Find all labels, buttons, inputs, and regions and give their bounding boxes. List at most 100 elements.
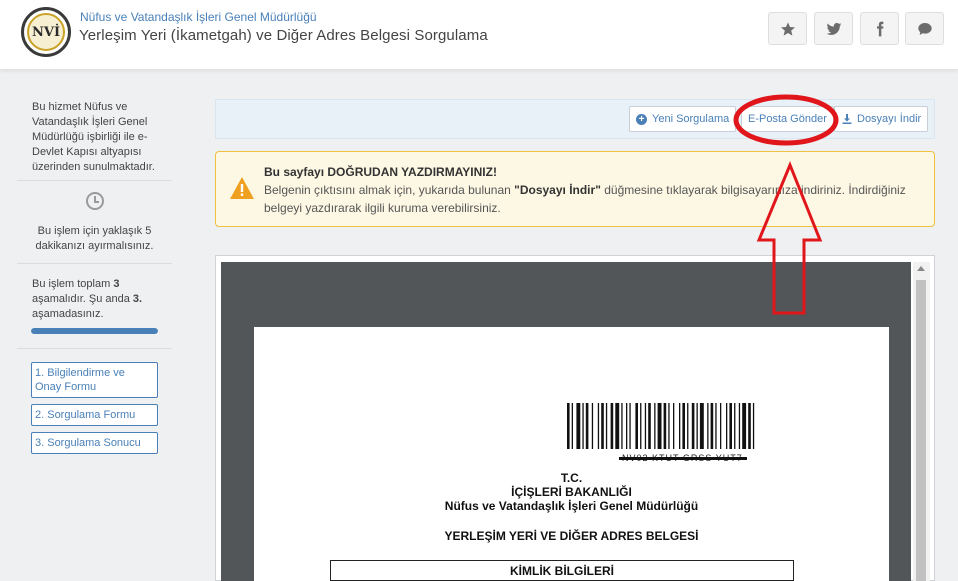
barcode-bar: [715, 403, 717, 449]
barcode-bar: [648, 403, 651, 449]
warning-body: Belgenin çıktısını almak için, yukarıda …: [264, 181, 924, 217]
progress-fill: [31, 328, 158, 334]
facebook-share-button[interactable]: [860, 12, 899, 45]
document-page: NV02 KTUT GRSS YUT7 T.C. İÇİŞLERİ BAKANL…: [254, 327, 889, 581]
twitter-share-button[interactable]: [814, 12, 853, 45]
barcode-bar: [657, 403, 662, 449]
progress-text-part: aşamalıdır. Şu anda: [32, 293, 133, 305]
send-email-button[interactable]: E-Posta Gönder: [741, 106, 834, 132]
barcode-bar: [748, 403, 751, 449]
pdf-viewport[interactable]: NV02 KTUT GRSS YUT7 T.C. İÇİŞLERİ BAKANL…: [221, 262, 911, 581]
barcode-bar: [621, 403, 623, 449]
warning-text-part: Belgenin çıktısını almak için, yukarıda …: [264, 183, 515, 197]
barcode-bar: [615, 403, 620, 449]
logo-mark: NVİ: [27, 13, 65, 51]
identity-section-header: KİMLİK BİLGİLERİ: [331, 561, 793, 581]
barcode: [567, 403, 755, 449]
favorite-button[interactable]: [768, 12, 807, 45]
duration-text: Bu işlem için yaklaşık 5 dakikanızı ayır…: [35, 225, 154, 252]
warning-title: Bu sayfayı DOĞRUDAN YAZDIRMAYINIZ!: [264, 165, 497, 179]
clock-icon: [85, 192, 104, 210]
barcode-bar: [654, 403, 656, 449]
barcode-bar: [610, 403, 614, 449]
doc-line-ministry: İÇİŞLERİ BAKANLIĞI: [511, 485, 632, 499]
barcode-bar: [729, 403, 732, 449]
progress-bar: [31, 328, 158, 334]
step-item[interactable]: 2. Sorgulama Formu: [31, 404, 158, 426]
barcode-bar: [663, 403, 667, 449]
barcode-bar: [567, 403, 570, 449]
barcode-bar: [644, 403, 647, 449]
download-label: Dosyayı İndir: [857, 113, 922, 125]
twitter-icon: [826, 22, 841, 35]
doc-line-tc: T.C.: [560, 471, 583, 485]
viewer-scrollbar[interactable]: [913, 262, 930, 581]
identity-section: KİMLİK BİLGİLERİ: [330, 560, 794, 581]
barcode-bar: [585, 403, 589, 449]
barcode-bar: [673, 403, 675, 449]
barcode-bar: [576, 403, 581, 449]
barcode-bar: [682, 403, 685, 449]
top-header: NVİ Nüfus ve Vatandaşlık İşleri Genel Mü…: [0, 0, 958, 70]
progress-text: Bu işlem toplam 3 aşamalıdır. Şu anda 3.…: [17, 277, 172, 322]
new-query-button[interactable]: + Yeni Sorgulama: [629, 106, 737, 132]
warning-icon: [230, 177, 254, 199]
barcode-bar: [710, 403, 714, 449]
download-file-button[interactable]: Dosyayı İndir: [834, 106, 929, 132]
sidebar: Bu hizmet Nüfus ve Vatandaşlık İşleri Ge…: [17, 90, 172, 581]
barcode-bar: [668, 403, 670, 449]
barcode-bar: [696, 403, 698, 449]
progress-total: 3: [113, 278, 120, 290]
barcode-bar: [691, 403, 695, 449]
scroll-thumb[interactable]: [916, 280, 926, 581]
barcode-bar: [738, 403, 741, 449]
barcode-bar: [742, 403, 747, 449]
document-title: YERLEŞİM YERİ VE DİĞER ADRES BELGESİ: [444, 529, 699, 543]
new-query-label: Yeni Sorgulama: [652, 113, 730, 125]
organization-name[interactable]: Nüfus ve Vatandaşlık İşleri Genel Müdürl…: [80, 10, 317, 24]
duration-section: Bu işlem için yaklaşık 5 dakikanızı ayır…: [17, 181, 172, 263]
progress-text-part: Bu işlem toplam: [32, 278, 114, 290]
facebook-icon: [876, 21, 883, 36]
barcode-bar: [597, 403, 600, 449]
steps-list: 1. Bilgilendirme ve Onay Formu 2. Sorgul…: [17, 349, 172, 454]
download-icon: [842, 114, 852, 124]
step-item[interactable]: 1. Bilgilendirme ve Onay Formu: [31, 362, 158, 398]
barcode-bar: [591, 403, 594, 449]
barcode-bar: [640, 403, 642, 449]
barcode-bar: [626, 403, 628, 449]
barcode-bar: [601, 403, 604, 449]
result-toolbar: + Yeni Sorgulama E-Posta Gönder Dosyayı …: [215, 99, 935, 139]
warning-alert: Bu sayfayı DOĞRUDAN YAZDIRMAYINIZ! Belge…: [215, 151, 935, 227]
star-icon: [780, 21, 795, 36]
barcode-redaction: [619, 457, 747, 460]
scroll-up-arrow-icon[interactable]: [917, 266, 925, 271]
barcode-bar: [679, 403, 681, 449]
barcode-bar: [734, 403, 736, 449]
barcode-bar: [707, 403, 709, 449]
barcode-bar: [687, 403, 689, 449]
barcode-bar: [605, 403, 608, 449]
progress-section: Bu işlem toplam 3 aşamalıdır. Şu anda 3.…: [17, 264, 172, 348]
progress-current: 3.: [132, 293, 143, 305]
barcode-bar: [571, 403, 573, 449]
warning-bold-text: "Dosyayı İndir": [514, 183, 601, 197]
nvi-logo[interactable]: NVİ: [21, 7, 71, 57]
page-title: Yerleşim Yeri (İkametgah) ve Diğer Adres…: [79, 27, 488, 44]
barcode-bar: [629, 403, 631, 449]
barcode-bar: [582, 403, 584, 449]
plus-circle-icon: +: [636, 113, 647, 125]
step-item[interactable]: 3. Sorgulama Sonucu: [31, 432, 158, 454]
feedback-button[interactable]: [905, 12, 944, 45]
service-info-text: Bu hizmet Nüfus ve Vatandaşlık İşleri Ge…: [32, 101, 155, 173]
barcode-bar: [699, 403, 704, 449]
barcode-bar: [635, 403, 638, 449]
comment-icon: [917, 22, 932, 35]
doc-line-directorate: Nüfus ve Vatandaşlık İşleri Genel Müdürl…: [444, 499, 699, 513]
barcode-bar: [752, 403, 755, 449]
barcode-bar: [720, 403, 722, 449]
progress-text-part: aşamadasınız.: [32, 308, 104, 320]
document-viewer[interactable]: NV02 KTUT GRSS YUT7 T.C. İÇİŞLERİ BAKANL…: [215, 255, 935, 581]
barcode-bar: [726, 403, 728, 449]
send-email-label: E-Posta Gönder: [748, 113, 827, 125]
